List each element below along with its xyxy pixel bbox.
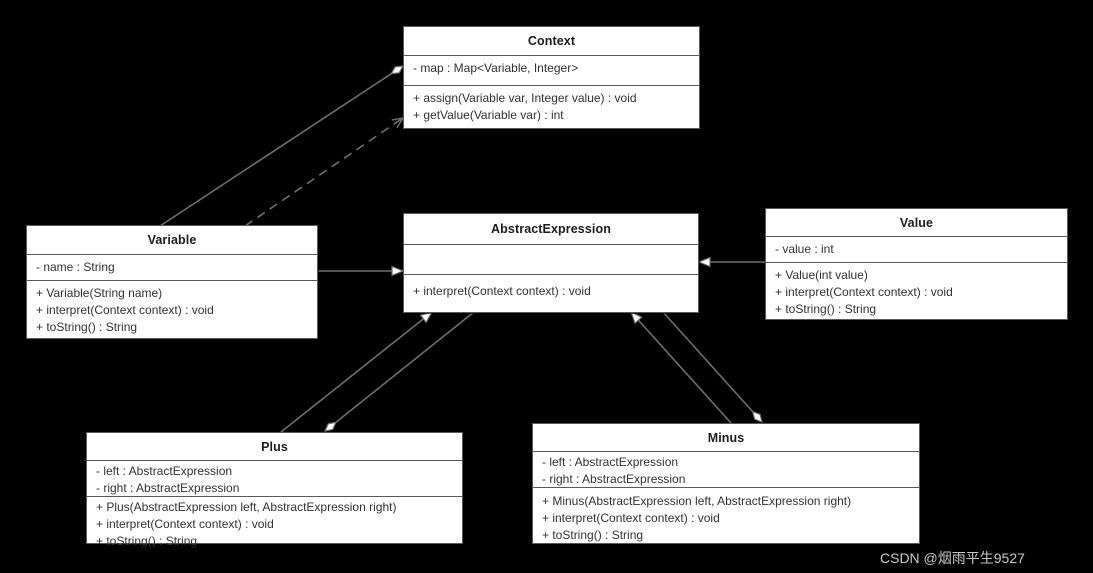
class-box-minus[interactable]: Minus - left : AbstractExpression - righ… <box>532 423 920 544</box>
method-row: + interpret(Context context) : void <box>36 303 214 317</box>
attributes-compartment-abstractexpression <box>404 245 698 275</box>
method-row: + Value(int value) <box>775 268 868 282</box>
class-name-variable: Variable <box>27 226 317 255</box>
methods-compartment-value: + Value(int value) + interpret(Context c… <box>766 263 1067 319</box>
class-box-plus[interactable]: Plus - left : AbstractExpression - right… <box>86 432 463 548</box>
attribute-row: - left : AbstractExpression <box>542 455 679 469</box>
connector-variable-depends-context <box>244 117 404 227</box>
connector-minus-extends-abstractexpression <box>631 312 732 424</box>
methods-compartment-abstractexpression: + interpret(Context context) : void <box>404 275 698 312</box>
class-box-variable[interactable]: Variable - name : String + Variable(Stri… <box>26 225 318 339</box>
class-name-plus: Plus <box>87 433 462 461</box>
method-row: + Plus(AbstractExpression left, Abstract… <box>96 500 397 514</box>
class-box-context[interactable]: Context - map : Map<Variable, Integer> +… <box>403 26 700 129</box>
method-row: + toString() : String <box>542 528 644 542</box>
class-box-abstractexpression[interactable]: AbstractExpression + interpret(Context c… <box>403 213 699 313</box>
attributes-compartment-variable: - name : String <box>27 255 317 281</box>
attributes-compartment-context: - map : Map<Variable, Integer> <box>404 56 699 86</box>
methods-compartment-context: + assign(Variable var, Integer value) : … <box>404 86 699 128</box>
attribute-row: - map : Map<Variable, Integer> <box>413 61 579 75</box>
attribute-row: - right : AbstractExpression <box>542 472 686 486</box>
method-row: + toString() : String <box>96 534 198 548</box>
connector-plus-aggregates-abstractexpression <box>325 311 475 431</box>
attributes-compartment-plus: - left : AbstractExpression - right : Ab… <box>87 461 462 497</box>
connector-minus-aggregates-abstractexpression <box>662 311 762 422</box>
methods-compartment-variable: + Variable(String name) + interpret(Cont… <box>27 281 317 338</box>
method-row: + assign(Variable var, Integer value) : … <box>413 91 637 105</box>
class-name-value: Value <box>766 209 1067 237</box>
methods-compartment-plus: + Plus(AbstractExpression left, Abstract… <box>87 497 462 548</box>
method-row: + interpret(Context context) : void <box>775 285 953 299</box>
methods-compartment-minus: + Minus(AbstractExpression left, Abstrac… <box>533 488 919 543</box>
attribute-row: - name : String <box>36 260 115 274</box>
method-row: + toString() : String <box>775 302 877 316</box>
class-name-abstractexpression: AbstractExpression <box>404 214 698 245</box>
class-name-minus: Minus <box>533 424 919 452</box>
attribute-row: - left : AbstractExpression <box>96 464 233 478</box>
method-row: + Variable(String name) <box>36 286 163 300</box>
uml-diagram-canvas: Context - map : Map<Variable, Integer> +… <box>0 0 1093 573</box>
method-row: + interpret(Context context) : void <box>413 284 591 298</box>
method-row: + getValue(Variable var) : int <box>413 108 564 122</box>
method-row: + Minus(AbstractExpression left, Abstrac… <box>542 494 852 508</box>
method-row: + toString() : String <box>36 320 138 334</box>
attribute-row: - right : AbstractExpression <box>96 481 240 495</box>
method-row: + interpret(Context context) : void <box>542 511 720 525</box>
connector-variable-aggregates-context <box>159 66 403 227</box>
class-name-context: Context <box>404 27 699 56</box>
attribute-row: - value : int <box>775 242 834 256</box>
class-box-value[interactable]: Value - value : int + Value(int value) +… <box>765 208 1068 320</box>
attributes-compartment-minus: - left : AbstractExpression - right : Ab… <box>533 452 919 488</box>
method-row: + interpret(Context context) : void <box>96 517 274 531</box>
csdn-watermark: CSDN @烟雨平生9527 <box>880 550 1025 566</box>
attributes-compartment-value: - value : int <box>766 237 1067 263</box>
